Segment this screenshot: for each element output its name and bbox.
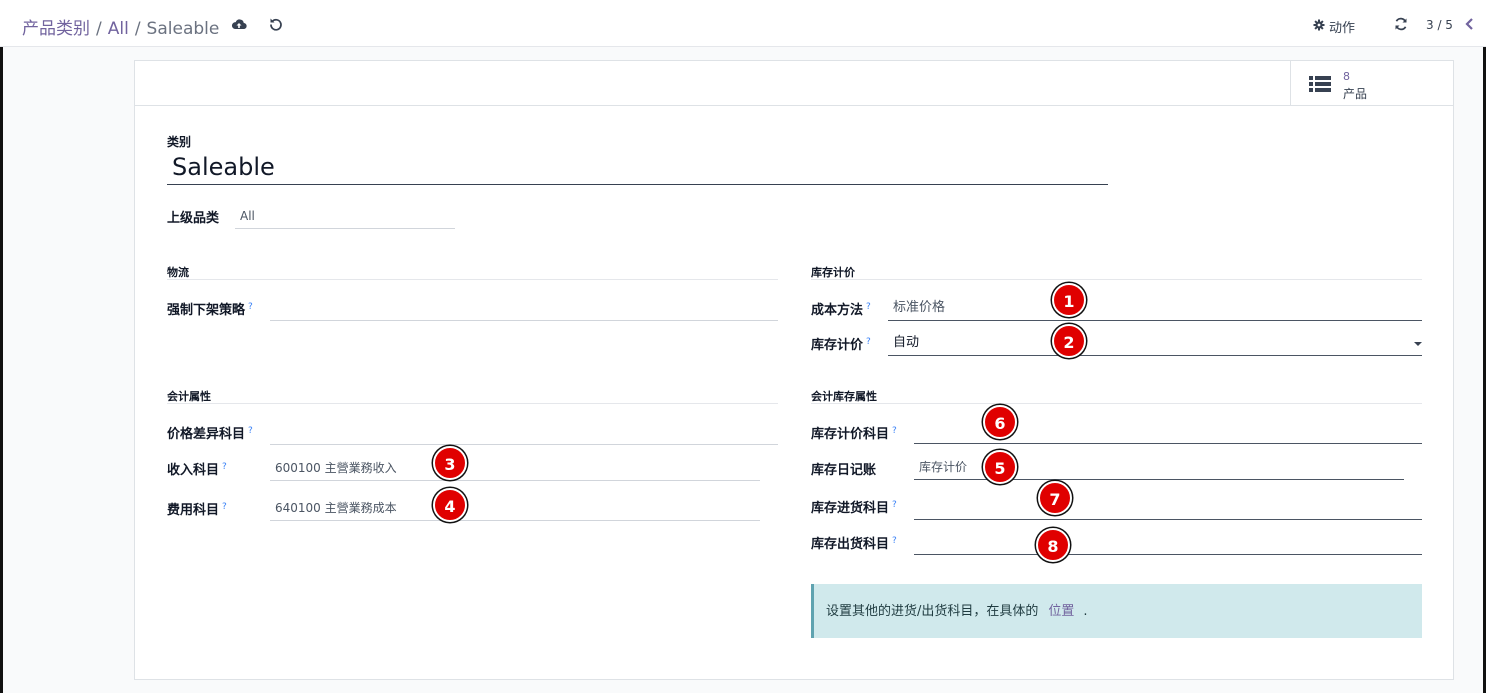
annotation-badge: 5	[983, 450, 1017, 484]
stock-input-account-input[interactable]	[914, 494, 1422, 520]
valuation-label: 库存计价?	[811, 336, 871, 353]
help-tooltip-icon[interactable]: ?	[866, 302, 871, 312]
help-tooltip-icon[interactable]: ?	[866, 337, 871, 347]
price-difference-label: 价格差异科目?	[167, 425, 253, 442]
alert-text: 设置其他的进货/出货科目，在具体的	[826, 604, 1039, 619]
stock-journal-label: 库存日记账	[811, 463, 877, 478]
stock-output-account-label: 库存出货科目?	[811, 535, 897, 552]
price-difference-input[interactable]	[270, 419, 778, 445]
actions-button[interactable]: 动作	[1313, 17, 1355, 36]
annotation-badge: 1	[1052, 283, 1086, 317]
help-tooltip-icon[interactable]: ?	[222, 462, 227, 472]
undo-icon[interactable]	[268, 16, 284, 32]
annotation-badge: 7	[1038, 481, 1072, 515]
logistics-section-title: 物流	[167, 264, 778, 280]
expense-account-input[interactable]: 640100 主營業務成本	[270, 495, 760, 521]
gear-icon	[1313, 19, 1325, 35]
account-properties-section-title: 会计属性	[167, 388, 778, 404]
alert-period: .	[1083, 604, 1088, 619]
removal-strategy-label: 强制下架策略?	[167, 301, 253, 318]
products-smart-button[interactable]: 8 产品	[1290, 61, 1453, 105]
stock-output-account-input[interactable]	[914, 529, 1422, 555]
breadcrumb: 产品类别 / All / Saleable	[22, 14, 219, 39]
help-tooltip-icon[interactable]: ?	[222, 502, 227, 512]
window-edge-left	[0, 0, 3, 693]
form-sheet: 8 产品 类别 Saleable 上级品类 All 物流 强制下架策略? 库存计…	[134, 60, 1454, 680]
annotation-badge: 4	[433, 488, 467, 522]
valuation-select[interactable]: 自动	[888, 330, 1422, 356]
info-alert: 设置其他的进货/出货科目，在具体的 位置.	[811, 584, 1422, 638]
breadcrumb-root[interactable]: 产品类别	[22, 19, 90, 39]
inventory-valuation-section-title: 库存计价	[811, 264, 1422, 280]
stock-input-account-label: 库存进货科目?	[811, 499, 897, 516]
chevron-down-icon[interactable]	[1414, 342, 1422, 346]
actions-label: 动作	[1329, 21, 1356, 36]
cost-method-input[interactable]: 标准价格	[888, 295, 1422, 321]
breadcrumb-separator: /	[96, 19, 102, 39]
button-box: 8 产品	[135, 61, 1453, 106]
chevron-left-icon[interactable]	[1463, 17, 1479, 33]
products-count: 8	[1343, 70, 1350, 83]
income-account-label: 收入科目?	[167, 461, 227, 478]
parent-label: 上级品类	[167, 211, 220, 226]
breadcrumb-current: Saleable	[146, 19, 220, 39]
locations-link[interactable]: 位置	[1048, 604, 1074, 619]
breadcrumb-parent[interactable]: All	[108, 19, 129, 39]
cost-method-label: 成本方法?	[811, 301, 871, 318]
cloud-upload-icon[interactable]	[231, 16, 247, 32]
annotation-badge: 6	[983, 405, 1017, 439]
name-input[interactable]: Saleable	[167, 151, 1108, 185]
parent-category-input[interactable]: All	[235, 203, 455, 229]
refresh-icon[interactable]	[1394, 17, 1410, 33]
help-tooltip-icon[interactable]: ?	[892, 500, 897, 510]
list-icon	[1309, 76, 1331, 92]
annotation-badge: 8	[1036, 528, 1070, 562]
control-panel: 产品类别 / All / Saleable 动作 3 / 5	[0, 0, 1486, 47]
annotation-badge: 3	[433, 446, 467, 480]
removal-strategy-input[interactable]	[270, 295, 778, 321]
expense-account-label: 费用科目?	[167, 501, 227, 518]
valuation-account-label: 库存计价科目?	[811, 425, 897, 442]
income-account-input[interactable]: 600100 主營業務收入	[270, 455, 760, 481]
pager-value[interactable]: 3 / 5	[1426, 18, 1453, 32]
help-tooltip-icon[interactable]: ?	[892, 426, 897, 436]
help-tooltip-icon[interactable]: ?	[248, 426, 253, 436]
help-tooltip-icon[interactable]: ?	[892, 536, 897, 546]
breadcrumb-separator: /	[134, 19, 141, 39]
help-tooltip-icon[interactable]: ?	[248, 302, 253, 312]
products-label: 产品	[1343, 87, 1368, 101]
annotation-badge: 2	[1052, 324, 1086, 358]
stock-account-section-title: 会计库存属性	[811, 388, 1422, 404]
name-label: 类别	[167, 135, 192, 149]
